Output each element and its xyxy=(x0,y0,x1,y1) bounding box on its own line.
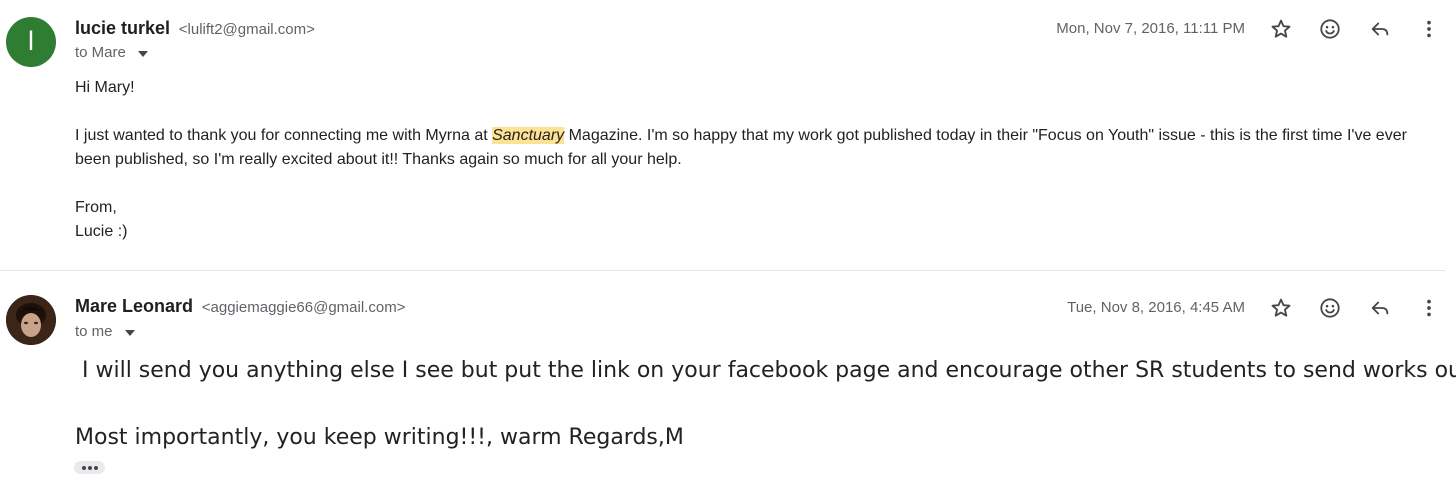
greeting: Hi Mary! xyxy=(75,79,135,96)
message-1: l lucie turkel <lulift2@gmail.com> to Ma… xyxy=(0,0,1456,270)
sender-avatar[interactable] xyxy=(6,295,56,345)
star-icon xyxy=(1271,19,1291,38)
sender-name[interactable]: Mare Leonard xyxy=(75,296,193,316)
star-button[interactable] xyxy=(1265,13,1297,45)
message-date: Tue, Nov 8, 2016, 4:45 AM xyxy=(1067,299,1245,316)
paragraph: I just wanted to thank you for connectin… xyxy=(75,124,1425,148)
recipients-label: to Mare xyxy=(75,44,126,61)
recipients-label: to me xyxy=(75,323,113,340)
message-2: Mare Leonard <aggiemaggie66@gmail.com> t… xyxy=(0,271,1456,482)
avatar-letter: l xyxy=(27,27,35,57)
more-vert-icon xyxy=(1427,20,1431,38)
add-reaction-button[interactable] xyxy=(1314,292,1346,324)
signoff: From, xyxy=(75,199,117,216)
more-options-button[interactable] xyxy=(1413,292,1445,324)
ellipsis-icon xyxy=(87,465,92,470)
sender-email: <aggiemaggie66@gmail.com> xyxy=(201,299,406,316)
show-trimmed-content-button[interactable] xyxy=(74,461,105,474)
profile-photo xyxy=(6,295,56,345)
paragraph-continued: been published, so I'm really excited ab… xyxy=(75,151,682,168)
ellipsis-icon xyxy=(93,465,98,470)
paragraph-text: I just wanted to thank you for connectin… xyxy=(75,127,493,144)
reply-button[interactable] xyxy=(1364,292,1396,324)
reply-button[interactable] xyxy=(1364,13,1396,45)
emoji-icon xyxy=(1320,298,1340,318)
message-date: Mon, Nov 7, 2016, 11:11 PM xyxy=(1056,20,1245,37)
message-line-2: Most importantly, you keep writing!!!, w… xyxy=(75,425,684,450)
star-button[interactable] xyxy=(1265,292,1297,324)
more-vert-icon xyxy=(1427,299,1431,317)
sender-line: Mare Leonard <aggiemaggie66@gmail.com> xyxy=(75,296,405,317)
sender-name[interactable]: lucie turkel xyxy=(75,18,170,38)
sender-avatar[interactable]: l xyxy=(6,17,56,67)
star-icon xyxy=(1271,298,1291,317)
recipients-toggle[interactable]: to me xyxy=(75,323,135,340)
paragraph-text: Magazine. I'm so happy that my work got … xyxy=(564,127,1407,144)
emoji-icon xyxy=(1320,19,1340,39)
caret-down-icon[interactable] xyxy=(124,329,135,336)
recipients-toggle[interactable]: to Mare xyxy=(75,44,148,61)
more-options-button[interactable] xyxy=(1413,13,1445,45)
reply-icon xyxy=(1371,22,1389,36)
caret-down-icon[interactable] xyxy=(137,50,148,57)
message-body: Hi Mary! I just wanted to thank you for … xyxy=(75,76,1425,244)
add-reaction-button[interactable] xyxy=(1314,13,1346,45)
message-line-1: I will send you anything else I see but … xyxy=(75,358,1456,383)
sender-email: <lulift2@gmail.com> xyxy=(178,21,315,38)
signature: Lucie :) xyxy=(75,223,128,240)
reply-icon xyxy=(1371,301,1389,315)
ellipsis-icon xyxy=(81,465,86,470)
sender-line: lucie turkel <lulift2@gmail.com> xyxy=(75,18,315,39)
highlighted-term: Sanctuary xyxy=(492,127,565,144)
